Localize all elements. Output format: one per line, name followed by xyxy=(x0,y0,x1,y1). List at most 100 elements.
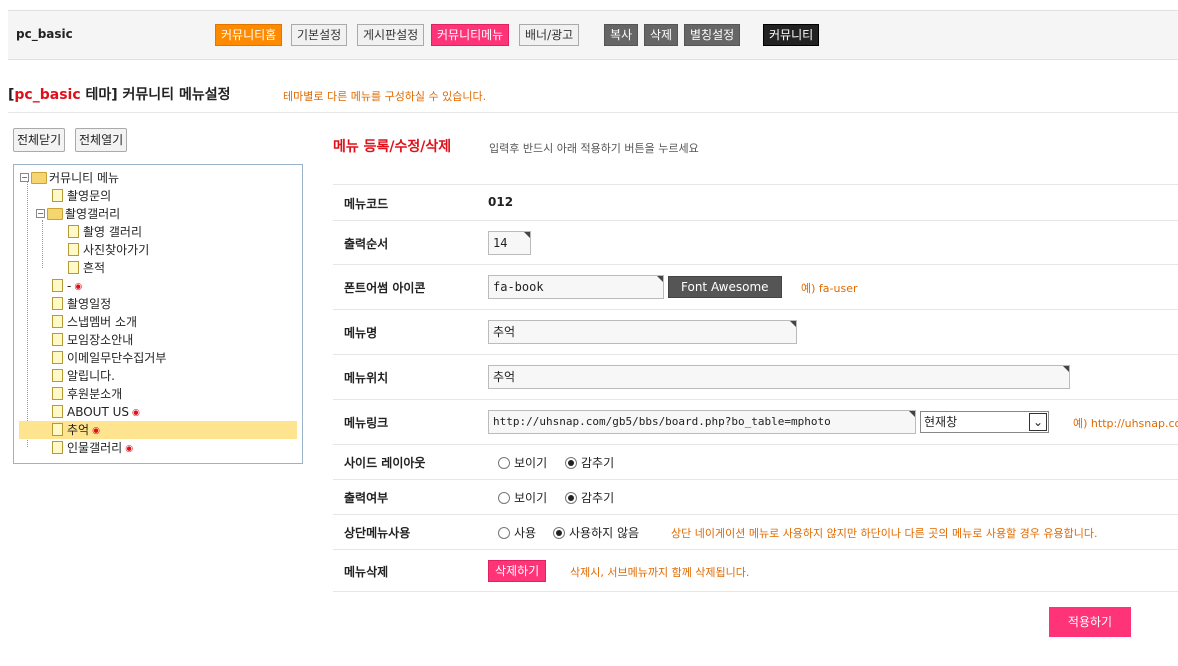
page-description: 테마별로 다른 메뉴를 구성하실 수 있습니다. xyxy=(283,90,487,103)
community-brand: pc_basic xyxy=(16,27,73,41)
link-target-select[interactable]: 현재창 ⌄ xyxy=(920,411,1049,433)
top-toolbar: pc_basic 커뮤니티홈 기본설정 게시판설정 커뮤니티메뉴 배너/광고 복… xyxy=(8,10,1178,60)
community-home-button[interactable]: 커뮤니티홈 xyxy=(215,24,283,46)
icon-label: 폰트어썸 아이콘 xyxy=(344,281,426,295)
page-icon xyxy=(52,387,63,400)
community-button[interactable]: 커뮤니티 xyxy=(763,24,820,46)
tree-item[interactable]: 후원분소개 xyxy=(52,385,122,403)
top-nouse-radio[interactable]: 사용하지 않음 xyxy=(553,524,639,541)
page-icon xyxy=(52,423,63,436)
folder-open-icon xyxy=(31,171,47,184)
output-order-input[interactable]: 14 xyxy=(488,231,531,255)
hidden-eye-icon: ◉ xyxy=(92,425,100,436)
menu-code-row: 메뉴코드 012 xyxy=(333,184,1178,220)
menu-name-input[interactable]: 추억 xyxy=(488,320,797,344)
icon-row: 폰트어썸 아이콘 fa-book Font Awesome 예) fa-user xyxy=(333,264,1178,309)
tree-item[interactable]: 스냅멤버 소개 xyxy=(52,313,137,331)
output-order-row: 출력순서 14 xyxy=(333,220,1178,264)
form-description: 입력후 반드시 아래 적용하기 버튼을 누르세요 xyxy=(489,142,699,155)
board-settings-button[interactable]: 게시판설정 xyxy=(357,24,425,46)
link-target-value: 현재창 xyxy=(924,415,958,429)
page-title: [pc_basic 테마] 커뮤니티 메뉴설정 xyxy=(8,84,230,104)
page-icon xyxy=(68,243,79,256)
page-icon xyxy=(52,441,63,454)
community-menu-button[interactable]: 커뮤니티메뉴 xyxy=(431,24,510,46)
collapse-toggle-icon[interactable]: − xyxy=(36,209,45,218)
apply-button[interactable]: 적용하기 xyxy=(1049,607,1131,637)
tree-root[interactable]: − 커뮤니티 메뉴 xyxy=(20,169,119,187)
font-awesome-button[interactable]: Font Awesome xyxy=(668,276,782,298)
tree-item[interactable]: 인물갤러리 ◉ xyxy=(52,439,133,457)
tree-item[interactable]: 촬영문의 xyxy=(52,187,111,205)
side-show-radio[interactable]: 보이기 xyxy=(498,454,547,471)
tree-item-selected[interactable]: 추억 ◉ xyxy=(19,421,297,439)
menu-code-value: 012 xyxy=(488,195,514,209)
delete-community-button[interactable]: 삭제 xyxy=(644,24,679,46)
output-row: 출력여부 보이기 감추기 xyxy=(333,479,1178,514)
tree-item[interactable]: - ◉ xyxy=(52,277,82,295)
collapse-all-button[interactable]: 전체닫기 xyxy=(13,128,66,152)
delete-hint: 삭제시, 서브메뉴까지 함께 삭제됩니다. xyxy=(570,566,750,579)
collapse-toggle-icon[interactable]: − xyxy=(20,173,29,182)
expand-all-button[interactable]: 전체열기 xyxy=(75,128,128,152)
menu-link-label: 메뉴링크 xyxy=(344,416,389,430)
page-icon xyxy=(52,369,63,382)
delete-menu-button[interactable]: 삭제하기 xyxy=(488,560,547,582)
icon-hint: 예) fa-user xyxy=(801,282,858,295)
page-icon xyxy=(68,225,79,238)
chevron-down-icon[interactable]: ⌄ xyxy=(1029,413,1047,431)
menu-position-input[interactable]: 추억 xyxy=(488,365,1070,389)
page-icon xyxy=(52,315,63,328)
menu-position-row: 메뉴위치 추억 xyxy=(333,354,1178,399)
tree-connector xyxy=(42,220,43,268)
menu-position-label: 메뉴위치 xyxy=(344,371,389,385)
page-icon xyxy=(52,279,63,292)
tree-item[interactable]: 흔적 xyxy=(68,259,105,277)
copy-button[interactable]: 복사 xyxy=(604,24,639,46)
delete-row: 메뉴삭제 삭제하기 삭제시, 서브메뉴까지 함께 삭제됩니다. xyxy=(333,549,1178,592)
delete-label: 메뉴삭제 xyxy=(344,565,389,579)
menu-name-label: 메뉴명 xyxy=(344,326,378,340)
top-menu-hint: 상단 네이게이션 메뉴로 사용하지 않지만 하단이나 다른 곳의 메뉴로 사용할… xyxy=(671,527,1098,540)
top-use-radio[interactable]: 사용 xyxy=(498,524,536,541)
page-icon xyxy=(52,333,63,346)
banner-ad-button[interactable]: 배너/광고 xyxy=(519,24,580,46)
top-menu-label: 상단메뉴사용 xyxy=(344,526,411,540)
page-icon xyxy=(68,261,79,274)
page-icon xyxy=(52,351,63,364)
menu-link-input[interactable]: http://uhsnap.com/gb5/bbs/board.php?bo_t… xyxy=(488,410,916,434)
tree-item[interactable]: ABOUT US ◉ xyxy=(52,403,140,421)
menu-name-row: 메뉴명 추억 xyxy=(333,309,1178,354)
page-icon xyxy=(52,189,63,202)
output-order-label: 출력순서 xyxy=(344,237,389,251)
side-hide-radio[interactable]: 감추기 xyxy=(565,454,614,471)
form-title: 메뉴 등록/수정/삭제 xyxy=(333,139,452,155)
side-layout-row: 사이드 레이아웃 보이기 감추기 xyxy=(333,444,1178,479)
tree-item[interactable]: 사진찾아가기 xyxy=(68,241,149,259)
tree-item[interactable]: − 촬영갤러리 xyxy=(36,205,120,223)
menu-tree: − 커뮤니티 메뉴 촬영문의 − 촬영갤러리 촬영 갤러리 사진찾아가기 흔적 - ◉… xyxy=(13,164,303,464)
tree-connector xyxy=(27,182,28,447)
page-icon xyxy=(52,405,63,418)
link-hint: 예) http://uhsnap.co xyxy=(1073,417,1178,430)
top-menu-row: 상단메뉴사용 사용 사용하지 않음 상단 네이게이션 메뉴로 사용하지 않지만 … xyxy=(333,514,1178,549)
side-layout-label: 사이드 레이아웃 xyxy=(344,456,426,470)
output-label: 출력여부 xyxy=(344,491,389,505)
tree-item[interactable]: 이메일무단수집거부 xyxy=(52,349,166,367)
title-theme-name: pc_basic xyxy=(14,87,81,103)
icon-input[interactable]: fa-book xyxy=(488,275,664,299)
folder-open-icon xyxy=(47,207,63,220)
output-hide-radio[interactable]: 감추기 xyxy=(565,489,614,506)
tree-item[interactable]: 촬영 갤러리 xyxy=(68,223,142,241)
alias-settings-button[interactable]: 별칭설정 xyxy=(684,24,741,46)
page-icon xyxy=(52,297,63,310)
tree-item[interactable]: 촬영일정 xyxy=(52,295,111,313)
output-show-radio[interactable]: 보이기 xyxy=(498,489,547,506)
title-divider xyxy=(8,112,1178,113)
tree-item[interactable]: 모임장소안내 xyxy=(52,331,133,349)
basic-settings-button[interactable]: 기본설정 xyxy=(291,24,348,46)
menu-link-row: 메뉴링크 http://uhsnap.com/gb5/bbs/board.php… xyxy=(333,399,1178,444)
hidden-eye-icon: ◉ xyxy=(132,407,140,418)
tree-item[interactable]: 알립니다. xyxy=(52,367,115,385)
title-rest: 테마] 커뮤니티 메뉴설정 xyxy=(80,87,231,103)
